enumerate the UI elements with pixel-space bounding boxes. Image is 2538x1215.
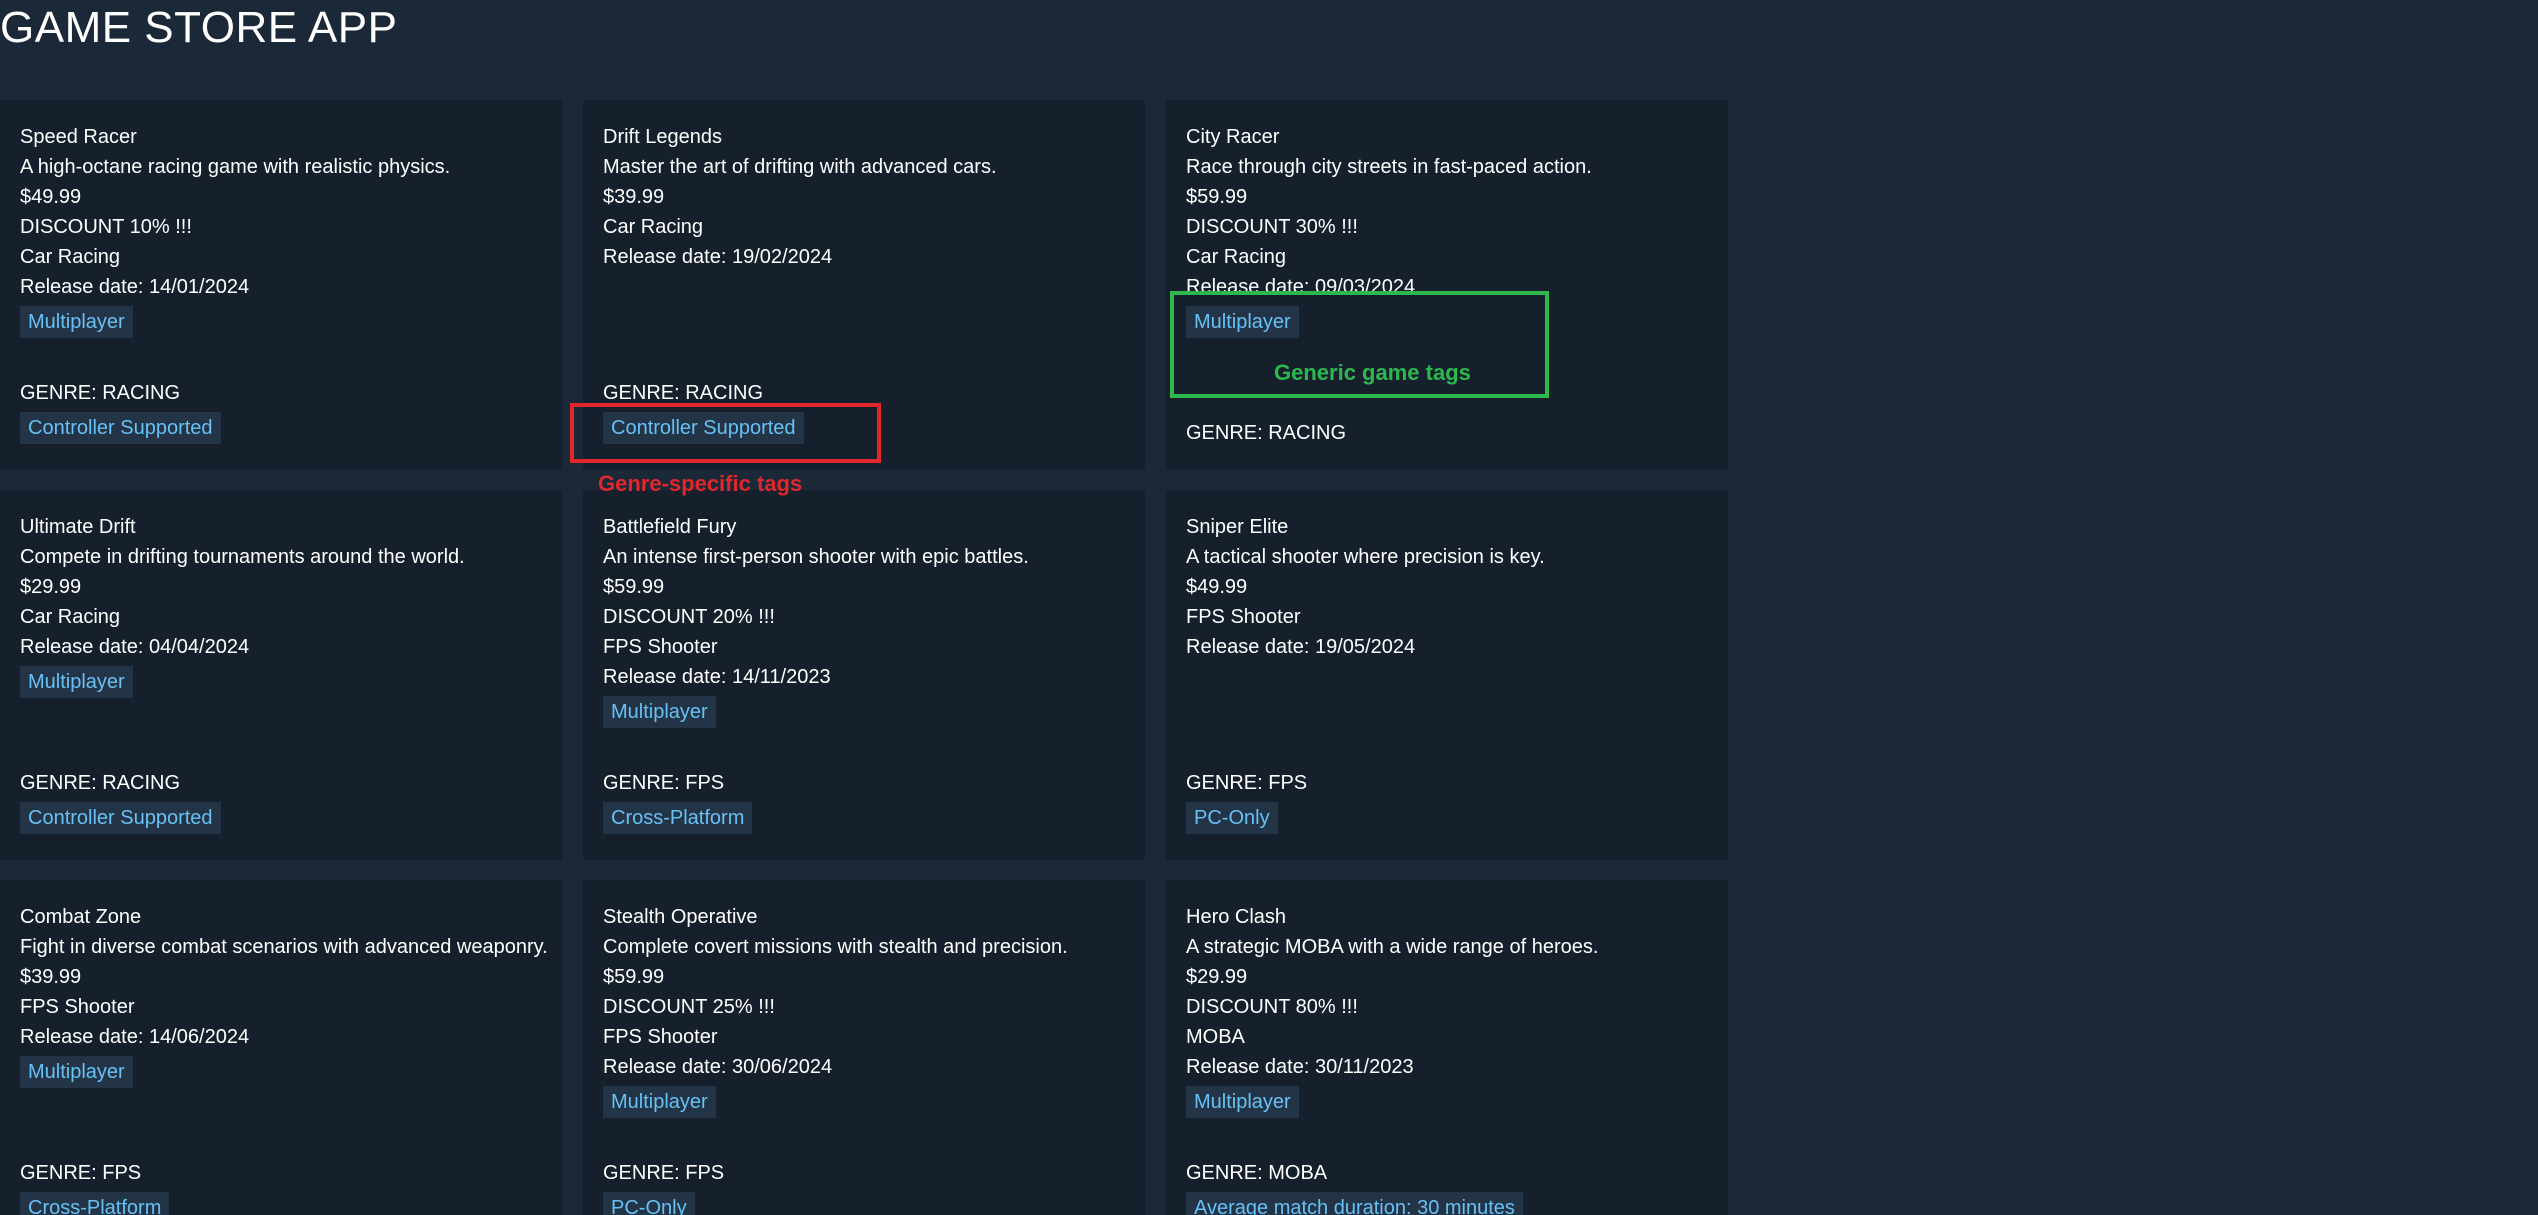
genre-tag[interactable]: Cross-Platform: [603, 802, 753, 834]
game-price: $59.99: [603, 966, 665, 988]
game-card[interactable]: Combat Zone Fight in diverse combat scen…: [0, 880, 562, 1215]
genre-tag[interactable]: Average match duration: 30 minutes: [1186, 1192, 1523, 1215]
generic-tag[interactable]: Multiplayer: [603, 696, 716, 728]
game-card[interactable]: Battlefield Fury An intense first-person…: [583, 490, 1145, 860]
game-discount: DISCOUNT 30% !!!: [1186, 216, 1358, 238]
game-card[interactable]: Ultimate Drift Compete in drifting tourn…: [0, 490, 562, 860]
game-price: $59.99: [603, 576, 665, 598]
game-description: A high-octane racing game with realistic…: [20, 156, 451, 178]
game-card[interactable]: Hero Clash A strategic MOBA with a wide …: [1166, 880, 1728, 1215]
game-price: $59.99: [1186, 186, 1248, 208]
game-name: Speed Racer: [20, 126, 137, 148]
game-category: Car Racing: [20, 246, 121, 268]
generic-tag[interactable]: Multiplayer: [20, 1056, 133, 1088]
game-discount: DISCOUNT 80% !!!: [1186, 996, 1358, 1018]
game-description: Master the art of drifting with advanced…: [603, 156, 997, 178]
genre-specific-tags-label: Genre-specific tags: [598, 471, 803, 496]
game-card[interactable]: Speed Racer A high-octane racing game wi…: [0, 100, 562, 470]
game-price: $29.99: [20, 576, 82, 598]
game-price: $39.99: [20, 966, 82, 988]
game-category: FPS Shooter: [20, 996, 135, 1018]
genre-tag[interactable]: Cross-Platform: [20, 1192, 170, 1215]
game-release-date: Release date: 19/05/2024: [1186, 636, 1416, 658]
game-release-date: Release date: 14/01/2024: [20, 276, 250, 298]
game-discount: DISCOUNT 25% !!!: [603, 996, 775, 1018]
genre-section: GENRE: FPS PC-Only: [1186, 768, 1307, 834]
game-category: MOBA: [1186, 1026, 1245, 1048]
game-category: FPS Shooter: [1186, 606, 1301, 628]
game-price: $29.99: [1186, 966, 1248, 988]
genre-tag[interactable]: Controller Supported: [20, 802, 221, 834]
game-genre: GENRE: FPS: [603, 1162, 725, 1184]
game-release-date: Release date: 14/06/2024: [20, 1026, 250, 1048]
generic-tag[interactable]: Multiplayer: [1186, 1086, 1299, 1118]
game-description: Compete in drifting tournaments around t…: [20, 546, 465, 568]
game-category: Car Racing: [20, 606, 121, 628]
generic-tag[interactable]: Multiplayer: [20, 306, 133, 338]
game-name: Hero Clash: [1186, 906, 1287, 928]
generic-tag[interactable]: Multiplayer: [20, 666, 133, 698]
game-description: A strategic MOBA with a wide range of he…: [1186, 936, 1599, 958]
genre-section: GENRE: MOBA Average match duration: 30 m…: [1186, 1158, 1523, 1215]
game-card[interactable]: City Racer Race through city streets in …: [1166, 100, 1728, 470]
game-description: Complete covert missions with stealth an…: [603, 936, 1068, 958]
app-title: GAME STORE APP: [0, 3, 398, 52]
game-genre: GENRE: FPS: [603, 772, 725, 794]
genre-section: GENRE: FPS Cross-Platform: [20, 1158, 170, 1215]
game-release-date: Release date: 14/11/2023: [603, 666, 831, 688]
game-card[interactable]: Sniper Elite A tactical shooter where pr…: [1166, 490, 1728, 860]
genre-tag[interactable]: PC-Only: [1186, 802, 1278, 834]
game-category: FPS Shooter: [603, 1026, 718, 1048]
game-name: Battlefield Fury: [603, 516, 737, 538]
game-description: Fight in diverse combat scenarios with a…: [20, 936, 548, 958]
game-description: A tactical shooter where precision is ke…: [1186, 546, 1545, 568]
game-discount: DISCOUNT 10% !!!: [20, 216, 192, 238]
game-price: $49.99: [20, 186, 82, 208]
genre-section: GENRE: RACING: [1186, 418, 1346, 448]
genre-section: GENRE: RACING Controller Supported: [20, 378, 221, 444]
game-name: Drift Legends: [603, 126, 722, 148]
game-name: Combat Zone: [20, 906, 142, 928]
game-release-date: Release date: 30/06/2024: [603, 1056, 833, 1078]
game-name: Sniper Elite: [1186, 516, 1289, 538]
game-genre: GENRE: MOBA: [1186, 1162, 1328, 1184]
generic-tag[interactable]: Multiplayer: [603, 1086, 716, 1118]
genre-tag[interactable]: PC-Only: [603, 1192, 695, 1215]
game-card[interactable]: Stealth Operative Complete covert missio…: [583, 880, 1145, 1215]
genre-section: GENRE: FPS PC-Only: [603, 1158, 724, 1215]
game-price: $49.99: [1186, 576, 1248, 598]
game-genre: GENRE: RACING: [20, 382, 181, 404]
game-discount: DISCOUNT 20% !!!: [603, 606, 775, 628]
game-release-date: Release date: 30/11/2023: [1186, 1056, 1414, 1078]
game-name: Stealth Operative: [603, 906, 758, 928]
generic-tags-label: Generic game tags: [1274, 360, 1471, 385]
game-genre: GENRE: RACING: [1186, 422, 1347, 444]
game-genre: GENRE: RACING: [20, 772, 181, 794]
game-release-date: Release date: 04/04/2024: [20, 636, 250, 658]
game-price: $39.99: [603, 186, 665, 208]
game-category: FPS Shooter: [603, 636, 718, 658]
game-genre: GENRE: FPS: [1186, 772, 1308, 794]
genre-section: GENRE: RACING Controller Supported: [20, 768, 221, 834]
genre-section: GENRE: FPS Cross-Platform: [603, 768, 753, 834]
game-release-date: Release date: 19/02/2024: [603, 246, 833, 268]
game-name: City Racer: [1186, 126, 1280, 148]
game-category: Car Racing: [603, 216, 704, 238]
game-category: Car Racing: [1186, 246, 1287, 268]
genre-tag[interactable]: Controller Supported: [20, 412, 221, 444]
game-name: Ultimate Drift: [20, 516, 136, 538]
game-genre: GENRE: FPS: [20, 1162, 142, 1184]
game-description: An intense first-person shooter with epi…: [603, 546, 1029, 568]
game-description: Race through city streets in fast-paced …: [1186, 156, 1592, 178]
genre-specific-tags-highlight: [570, 403, 881, 463]
